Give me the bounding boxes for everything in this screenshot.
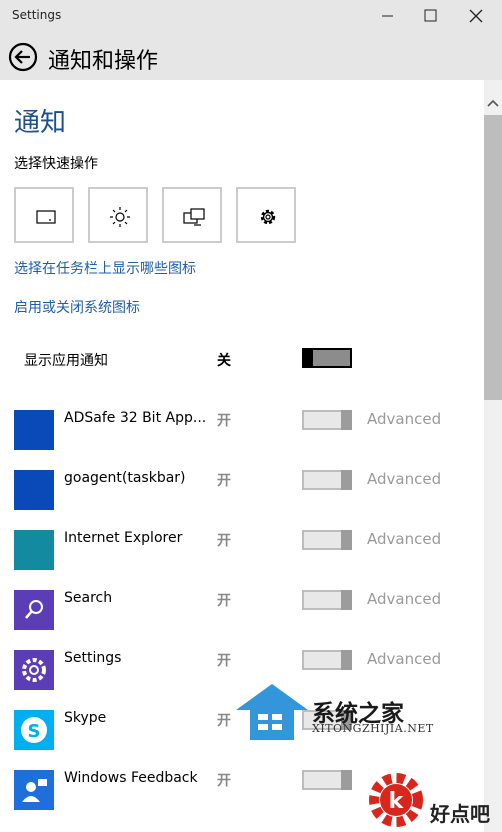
skype-icon: S <box>21 717 47 743</box>
app-advanced-link-0[interactable]: Advanced <box>367 410 441 428</box>
quick-action-brightness[interactable] <box>88 187 148 243</box>
svg-text:S: S <box>28 721 41 742</box>
page-title: 通知和操作 <box>48 49 159 74</box>
house-logo-icon <box>236 684 308 740</box>
toggle-thumb <box>341 410 352 430</box>
app-state-2: 开 <box>217 533 231 549</box>
app-icon-4 <box>14 650 54 690</box>
scroll-up-button[interactable] <box>486 94 500 107</box>
section-title: 通知 <box>14 108 67 138</box>
app-state-5: 开 <box>217 713 231 729</box>
window-title: Settings <box>12 8 62 22</box>
quick-action-project[interactable] <box>162 187 222 243</box>
taskbar-icons-link[interactable]: 选择在任务栏上显示哪些图标 <box>14 258 196 278</box>
show-app-notifications-state: 关 <box>217 353 231 369</box>
back-button[interactable] <box>8 42 38 72</box>
app-advanced-link-1[interactable]: Advanced <box>367 470 441 488</box>
app-name-4: Settings <box>64 650 122 666</box>
app-toggle-6[interactable] <box>302 770 352 790</box>
app-icon-0 <box>14 410 54 450</box>
maximize-button[interactable] <box>408 0 454 32</box>
app-toggle-1[interactable] <box>302 470 352 490</box>
watermark-site2-name: 好点吧 <box>430 802 490 826</box>
app-state-0: 开 <box>217 413 231 429</box>
toggle-thumb <box>341 530 352 550</box>
toggle-thumb <box>341 650 352 670</box>
maximize-icon <box>424 9 437 22</box>
app-icon-1 <box>14 470 54 510</box>
show-app-notifications-label: 显示应用通知 <box>24 353 108 369</box>
app-name-6: Windows Feedback <box>64 770 198 786</box>
app-state-6: 开 <box>217 773 231 789</box>
watermark-site-domain: XITONGZHIJIA.NET <box>312 722 434 735</box>
toggle-thumb <box>302 348 313 368</box>
toggle-thumb <box>341 770 352 790</box>
app-toggle-4[interactable] <box>302 650 352 670</box>
back-arrow-icon <box>8 42 38 72</box>
app-name-2: Internet Explorer <box>64 530 183 546</box>
toggle-thumb <box>341 590 352 610</box>
close-icon <box>469 9 483 23</box>
app-toggle-2[interactable] <box>302 530 352 550</box>
close-button[interactable] <box>454 0 500 32</box>
app-advanced-link-2[interactable]: Advanced <box>367 530 441 548</box>
brightness-icon <box>110 207 130 227</box>
gear-icon <box>22 658 46 682</box>
app-name-5: Skype <box>64 710 107 726</box>
show-app-notifications-toggle[interactable] <box>302 348 352 368</box>
app-icon-6 <box>14 770 54 810</box>
scrollbar-thumb[interactable] <box>484 115 502 400</box>
title-bar: Settings <box>0 0 502 32</box>
app-toggle-0[interactable] <box>302 410 352 430</box>
app-state-4: 开 <box>217 653 231 669</box>
quick-action-tablet-mode[interactable] <box>14 187 74 243</box>
app-icon-5: S <box>14 710 54 750</box>
chevron-up-icon <box>487 99 499 107</box>
app-state-3: 开 <box>217 593 231 609</box>
app-icon-2 <box>14 530 54 570</box>
toggle-thumb <box>341 470 352 490</box>
app-name-0: ADSafe 32 Bit App... <box>64 410 207 426</box>
app-name-1: goagent(taskbar) <box>64 470 186 486</box>
app-advanced-link-3[interactable]: Advanced <box>367 590 441 608</box>
page-header: 通知和操作 <box>0 32 502 80</box>
svg-text:k: k <box>389 789 405 814</box>
app-icon-3 <box>14 590 54 630</box>
search-icon <box>25 600 43 619</box>
system-icons-link[interactable]: 启用或关闭系统图标 <box>14 297 140 317</box>
quick-action-settings[interactable] <box>236 187 296 243</box>
app-toggle-3[interactable] <box>302 590 352 610</box>
feedback-icon <box>22 779 47 802</box>
minimize-icon <box>382 15 393 17</box>
settings-gear-icon <box>260 209 276 225</box>
app-state-1: 开 <box>217 473 231 489</box>
app-name-3: Search <box>64 590 113 606</box>
minimize-button[interactable] <box>364 0 410 32</box>
quick-actions-label: 选择快速操作 <box>14 156 98 172</box>
gear-logo-icon: k <box>369 773 423 827</box>
app-advanced-link-4[interactable]: Advanced <box>367 650 441 668</box>
project-icon <box>183 208 205 226</box>
tablet-mode-icon <box>36 210 56 224</box>
